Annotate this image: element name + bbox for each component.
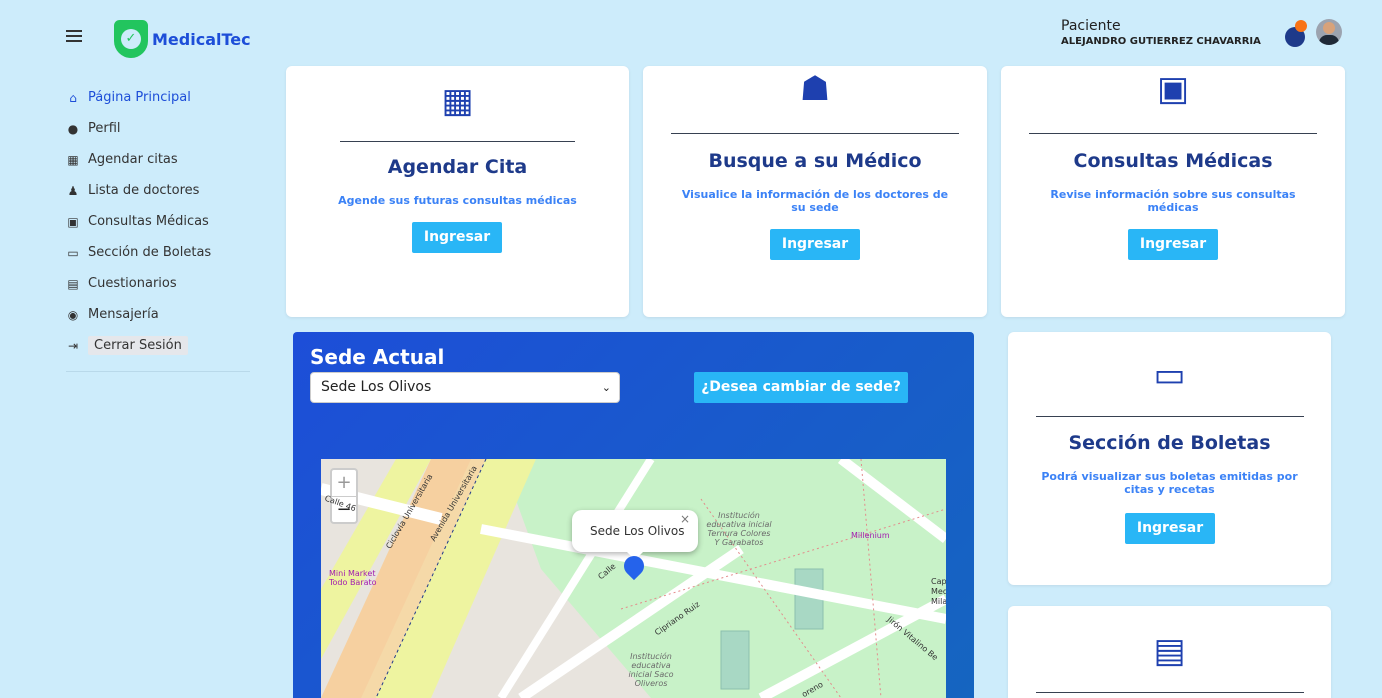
card-busque-medico: ☗ Busque a su Médico Visualice la inform… xyxy=(643,66,987,317)
map-poi-label: Institución educativa inicial Ternura Co… xyxy=(706,511,772,547)
divider xyxy=(340,141,575,142)
map-poi-label: Capill Medal Milagr xyxy=(931,577,946,606)
file-lines-icon: ▤ xyxy=(1153,631,1186,671)
sign-out-icon: ⇥ xyxy=(67,338,79,353)
sede-title: Sede Actual xyxy=(310,345,445,369)
messenger-icon: ◉ xyxy=(67,307,79,322)
sidebar-item-label: Lista de doctores xyxy=(88,183,200,198)
sidebar-item-label: Sección de Boletas xyxy=(88,245,212,260)
user-name: ALEJANDRO GUTIERREZ CHAVARRIA xyxy=(1061,36,1261,47)
divider xyxy=(1029,133,1317,134)
card-description: Revise información sobre sus consultas m… xyxy=(1050,188,1296,214)
sidebar-item-label: Perfil xyxy=(88,121,121,136)
card-title: Busque a su Médico xyxy=(708,150,922,172)
card-description: Podrá visualizar sus boletas emitidas po… xyxy=(1041,470,1298,496)
card-agendar-cita: ▦ Agendar Cita Agende sus futuras consul… xyxy=(286,66,629,317)
map-poi-label: Millenium xyxy=(851,531,890,540)
sidebar-item-consultas[interactable]: ▣ Consultas Médicas xyxy=(66,206,250,237)
card-title: Agendar Cita xyxy=(387,156,528,178)
sidebar-item-label: Cuestionarios xyxy=(88,276,177,291)
doctor-icon: ♟ xyxy=(67,183,79,198)
zoom-in-button[interactable]: + xyxy=(332,470,356,496)
sidebar-item-perfil[interactable]: ● Perfil xyxy=(66,113,250,144)
card-consultas-medicas: ▣ Consultas Médicas Revise información s… xyxy=(1001,66,1345,317)
user-doctor-icon: ☗ xyxy=(799,69,831,109)
sidebar-item-label: Consultas Médicas xyxy=(88,214,209,229)
user-icon: ● xyxy=(67,121,79,136)
menu-icon[interactable] xyxy=(66,30,82,42)
sidebar: ⌂ Página Principal ● Perfil ▦ Agendar ci… xyxy=(66,82,250,372)
sidebar-item-boletas[interactable]: ▭ Sección de Boletas xyxy=(66,237,250,268)
credit-card-icon: ▭ xyxy=(67,245,79,260)
hospital-icon: ▦ xyxy=(441,81,474,121)
check-icon: ✓ xyxy=(121,29,141,49)
sidebar-item-agendar-citas[interactable]: ▦ Agendar citas xyxy=(66,144,250,175)
logout-label: Cerrar Sesión xyxy=(88,336,188,355)
consultas-ingresar-button[interactable]: Ingresar xyxy=(1128,229,1218,260)
top-bar: ✓ MedicalTec Paciente ALEJANDRO GUTIERRE… xyxy=(0,0,1382,66)
shield-logo-icon: ✓ xyxy=(114,20,148,58)
map-poi-label: Mini Market Todo Barato xyxy=(329,569,377,587)
card-seccion-boletas: ▭ Sección de Boletas Podrá visualizar su… xyxy=(1008,332,1331,585)
sede-selected-value: Sede Los Olivos xyxy=(321,379,432,395)
change-sede-button[interactable]: ¿Desea cambiar de sede? xyxy=(694,372,908,403)
home-icon: ⌂ xyxy=(69,90,77,105)
sidebar-item-lista-doctores[interactable]: ♟ Lista de doctores xyxy=(66,175,250,206)
popup-text: Sede Los Olivos xyxy=(590,524,685,538)
sidebar-item-mensajeria[interactable]: ◉ Mensajería xyxy=(66,299,250,330)
chevron-down-icon: ⌄ xyxy=(601,381,611,394)
credit-card-icon: ▭ xyxy=(1153,355,1186,395)
brand-name: MedicalTec xyxy=(152,30,251,49)
map-poi-label: Institución educativa inicial Saco Olive… xyxy=(628,652,674,688)
sidebar-item-label: Agendar citas xyxy=(88,152,178,167)
card-description: Visualice la información de los doctores… xyxy=(681,188,949,214)
notification-dot xyxy=(1295,20,1307,32)
file-icon: ▤ xyxy=(67,276,79,291)
card-title: Sección de Boletas xyxy=(1068,432,1271,454)
card-description: Agende sus futuras consultas médicas xyxy=(338,194,577,207)
sidebar-item-label: Mensajería xyxy=(88,307,159,322)
medico-ingresar-button[interactable]: Ingresar xyxy=(770,229,860,260)
user-role: Paciente xyxy=(1061,18,1121,34)
sidebar-item-cuestionarios[interactable]: ▤ Cuestionarios xyxy=(66,268,250,299)
sidebar-item-logout[interactable]: ⇥ Cerrar Sesión xyxy=(66,330,250,361)
agendar-ingresar-button[interactable]: Ingresar xyxy=(412,222,502,253)
card-cuestionarios: ▤ xyxy=(1008,606,1331,698)
boletas-ingresar-button[interactable]: Ingresar xyxy=(1125,513,1215,544)
address-book-icon: ▣ xyxy=(1156,69,1190,109)
sidebar-item-label: Página Principal xyxy=(88,90,191,105)
map[interactable]: + − Calle 46 Ciclovía Universitaria Aven… xyxy=(321,459,946,698)
map-popup: Sede Los Olivos × xyxy=(572,510,698,560)
divider xyxy=(1036,416,1304,417)
divider xyxy=(1036,692,1304,693)
sede-select[interactable]: Sede Los Olivos ⌄ xyxy=(310,372,620,403)
card-title: Consultas Médicas xyxy=(1073,150,1273,172)
hospital-icon: ▦ xyxy=(67,152,79,167)
sidebar-item-pagina-principal[interactable]: ⌂ Página Principal xyxy=(66,82,250,113)
avatar[interactable] xyxy=(1316,19,1342,45)
divider xyxy=(66,371,250,372)
divider xyxy=(671,133,959,134)
close-icon[interactable]: × xyxy=(680,498,690,540)
address-book-icon: ▣ xyxy=(67,214,79,229)
